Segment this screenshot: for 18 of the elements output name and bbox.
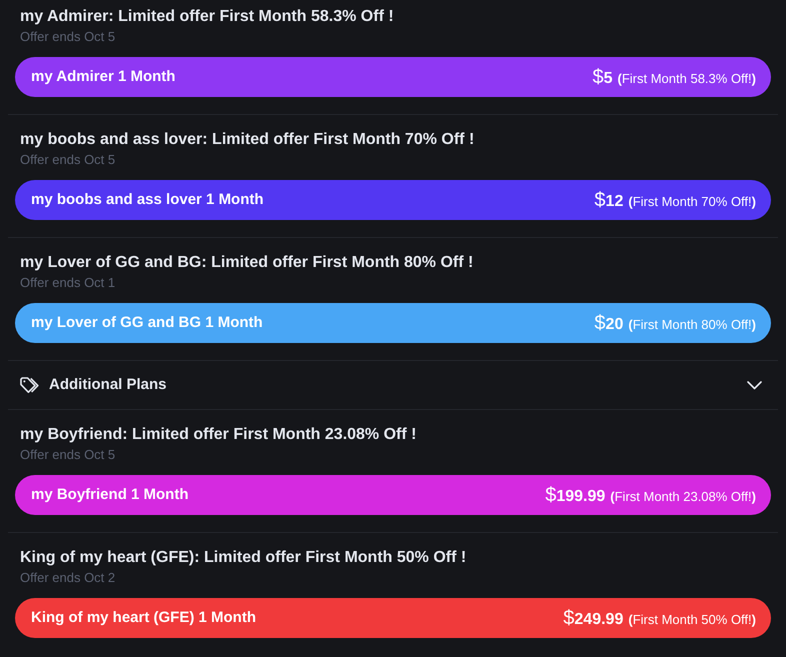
plan-button[interactable]: King of my heart (GFE) 1 Month $249.99 (First Month 50% Off!) <box>15 598 771 638</box>
offer-end-date: Offer ends Oct 5 <box>19 28 116 46</box>
plan-button[interactable]: my boobs and ass lover 1 Month $12 (First Month 70% Off!) <box>15 180 771 220</box>
chevron-down-icon <box>747 380 762 390</box>
tag-icon <box>20 376 39 394</box>
offer-end-date: Offer ends Oct 1 <box>19 274 116 292</box>
offer-title: my Lover of GG and BG: Limited offer First Month 80% Off ! <box>19 253 474 273</box>
plan-button[interactable]: my Admirer 1 Month $5 (First Month 58.3% Off!) <box>15 57 771 97</box>
offer-end-date: Offer ends Oct 5 <box>19 151 116 169</box>
offer-title: my boobs and ass lover: Limited offer First Month 70% Off ! <box>19 130 476 150</box>
offer-title: my Boyfriend: Limited offer First Month 23.08% Off ! <box>19 425 418 445</box>
additional-plans-toggle[interactable]: Additional Plans <box>15 361 771 409</box>
plan-button[interactable]: my Boyfriend 1 Month $199.99 (First Month 23.08% Off!) <box>15 475 771 515</box>
offer-end-date: Offer ends Oct 2 <box>19 569 116 587</box>
offer-title: my Admirer: Limited offer First Month 58.3% Off ! <box>19 7 395 27</box>
offer-end-date: Offer ends Oct 5 <box>19 446 116 464</box>
offer-title: King of my heart (GFE): Limited offer First Month 50% Off ! <box>19 548 468 568</box>
plan-button[interactable]: my Lover of GG and BG 1 Month $20 (First Month 80% Off!) <box>15 303 771 343</box>
